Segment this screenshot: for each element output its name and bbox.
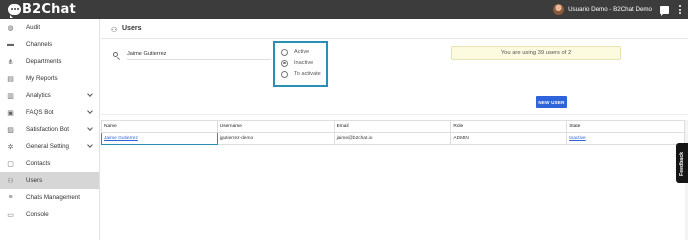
new-user-button[interactable]: NEW USER [536,96,567,108]
sidebar-item-label: Users [26,177,43,184]
bar-chart-icon: ▥ [7,92,14,100]
search-icon [113,52,118,57]
console-icon: ▭ [7,211,14,219]
table-header-row: Name Username Email Role State [101,120,685,133]
users-table: Name Username Email Role State Jaime Gut… [101,120,685,145]
chat-bubbles-icon: ▬ [7,41,14,48]
report-icon: ▤ [7,75,14,83]
user-name-link[interactable]: Jaime Gutierrez [104,136,138,141]
sidebar-item-label: Console [26,211,49,218]
user-usage-notice: You are using 39 users of 2 [451,46,621,60]
radio-active[interactable]: Active [281,47,309,57]
sidebar-item-general-setting[interactable]: ✲ General Setting [0,138,99,155]
sidebar-item-label: Audit [26,24,41,31]
radio-button-to-activate[interactable] [281,70,288,78]
page-header: ⚇ Users [101,19,688,39]
sidebar-item-audit[interactable]: ◍ Audit [0,19,99,36]
main-content: ⚇ Users Active Inactive To activate You … [101,19,688,240]
feedback-label: Feedback [679,152,685,176]
more-options-icon[interactable] [679,5,682,14]
chat-bubble-logo-icon [8,4,21,18]
messages-icon[interactable] [660,5,669,16]
feedback-tab[interactable]: Feedback [676,143,688,183]
gear-icon: ✲ [7,143,14,151]
users-icon: ⚇ [111,27,118,34]
sidebar-item-contacts[interactable]: ▢ Contacts [0,155,99,172]
sidebar-item-chats-management[interactable]: ≡ Chats Management [0,189,99,206]
page-title: Users [122,25,142,32]
radio-button-inactive[interactable] [281,59,288,67]
sidebar-item-my-reports[interactable]: ▤ My Reports [0,70,99,87]
column-header-name[interactable]: Name [101,120,218,133]
radio-label-active: Active [294,49,310,55]
table-row: Jaime Gutierrez jgutierrez-demo jaime@b2… [101,132,685,145]
radio-to-activate[interactable]: To activate [281,69,321,79]
user-name[interactable]: Usuario Demo - B2Chat Demo [568,6,652,13]
sidebar-item-analytics[interactable]: ▥ Analytics [0,87,99,104]
chevron-down-icon[interactable] [87,91,93,97]
sidebar-item-label: Channels [26,41,53,48]
radio-label-to-activate: To activate [294,71,321,77]
cell-name: Jaime Gutierrez [101,132,218,145]
b2chat-logo[interactable]: B2Chat [8,2,76,18]
column-header-username[interactable]: Username [216,120,335,133]
radio-inactive[interactable]: Inactive [281,58,313,68]
sidebar: ◍ Audit ▬ Channels ⋔ Departments ▤ My Reports ▥ A… [0,19,100,240]
faq-icon: ▣ [7,109,14,117]
search-input[interactable] [127,48,271,60]
cell-email: jaime@b2chat.io [333,132,452,145]
sidebar-item-label: Chats Management [26,194,80,201]
sidebar-item-faqs-bot[interactable]: ▣ FAQS Bot [0,104,99,121]
chevron-down-icon[interactable] [87,142,93,148]
column-header-role[interactable]: Role [450,120,568,133]
divider [101,114,688,115]
sidebar-item-satisfaction-bot[interactable]: ▨ Satisfaction Bot [0,121,99,138]
sidebar-item-label: Departments [26,58,62,65]
sidebar-item-label: General Setting [26,143,69,150]
cell-role: ADMIN [450,132,568,145]
chevron-down-icon[interactable] [87,108,93,114]
hierarchy-icon: ⋔ [7,58,14,66]
sidebar-item-label: My Reports [26,75,58,82]
users-icon: ⚇ [7,177,14,185]
satisfaction-icon: ▨ [7,126,14,134]
top-bar: B2Chat Usuario Demo - B2Chat Demo [0,0,688,19]
column-header-email[interactable]: Email [333,120,452,133]
sidebar-item-console[interactable]: ▭ Console [0,206,99,223]
chevron-down-icon[interactable] [87,125,93,131]
sidebar-item-label: Contacts [26,160,51,167]
cell-state: Inactive [566,132,685,145]
sidebar-item-users[interactable]: ⚇ Users [0,172,99,189]
sidebar-item-channels[interactable]: ▬ Channels [0,36,99,53]
cell-username: jgutierrez-demo [216,132,335,145]
sidebar-item-departments[interactable]: ⋔ Departments [0,53,99,70]
check-circle-icon: ◍ [7,24,14,32]
state-link[interactable]: Inactive [569,136,586,141]
status-filter-group: Active Inactive To activate [273,41,328,87]
chats-management-icon: ≡ [8,194,13,201]
logo-text: B2Chat [22,2,76,17]
contacts-icon: ▢ [7,160,14,168]
avatar[interactable] [553,4,565,15]
column-header-state[interactable]: State [566,120,685,133]
sidebar-item-label: Analytics [26,92,51,99]
radio-label-inactive: Inactive [294,60,314,66]
user-area: Usuario Demo - B2Chat Demo [553,0,682,19]
radio-button-active[interactable] [281,48,288,56]
sidebar-item-label: Satisfaction Bot [26,126,69,133]
sidebar-item-label: FAQS Bot [26,109,54,116]
